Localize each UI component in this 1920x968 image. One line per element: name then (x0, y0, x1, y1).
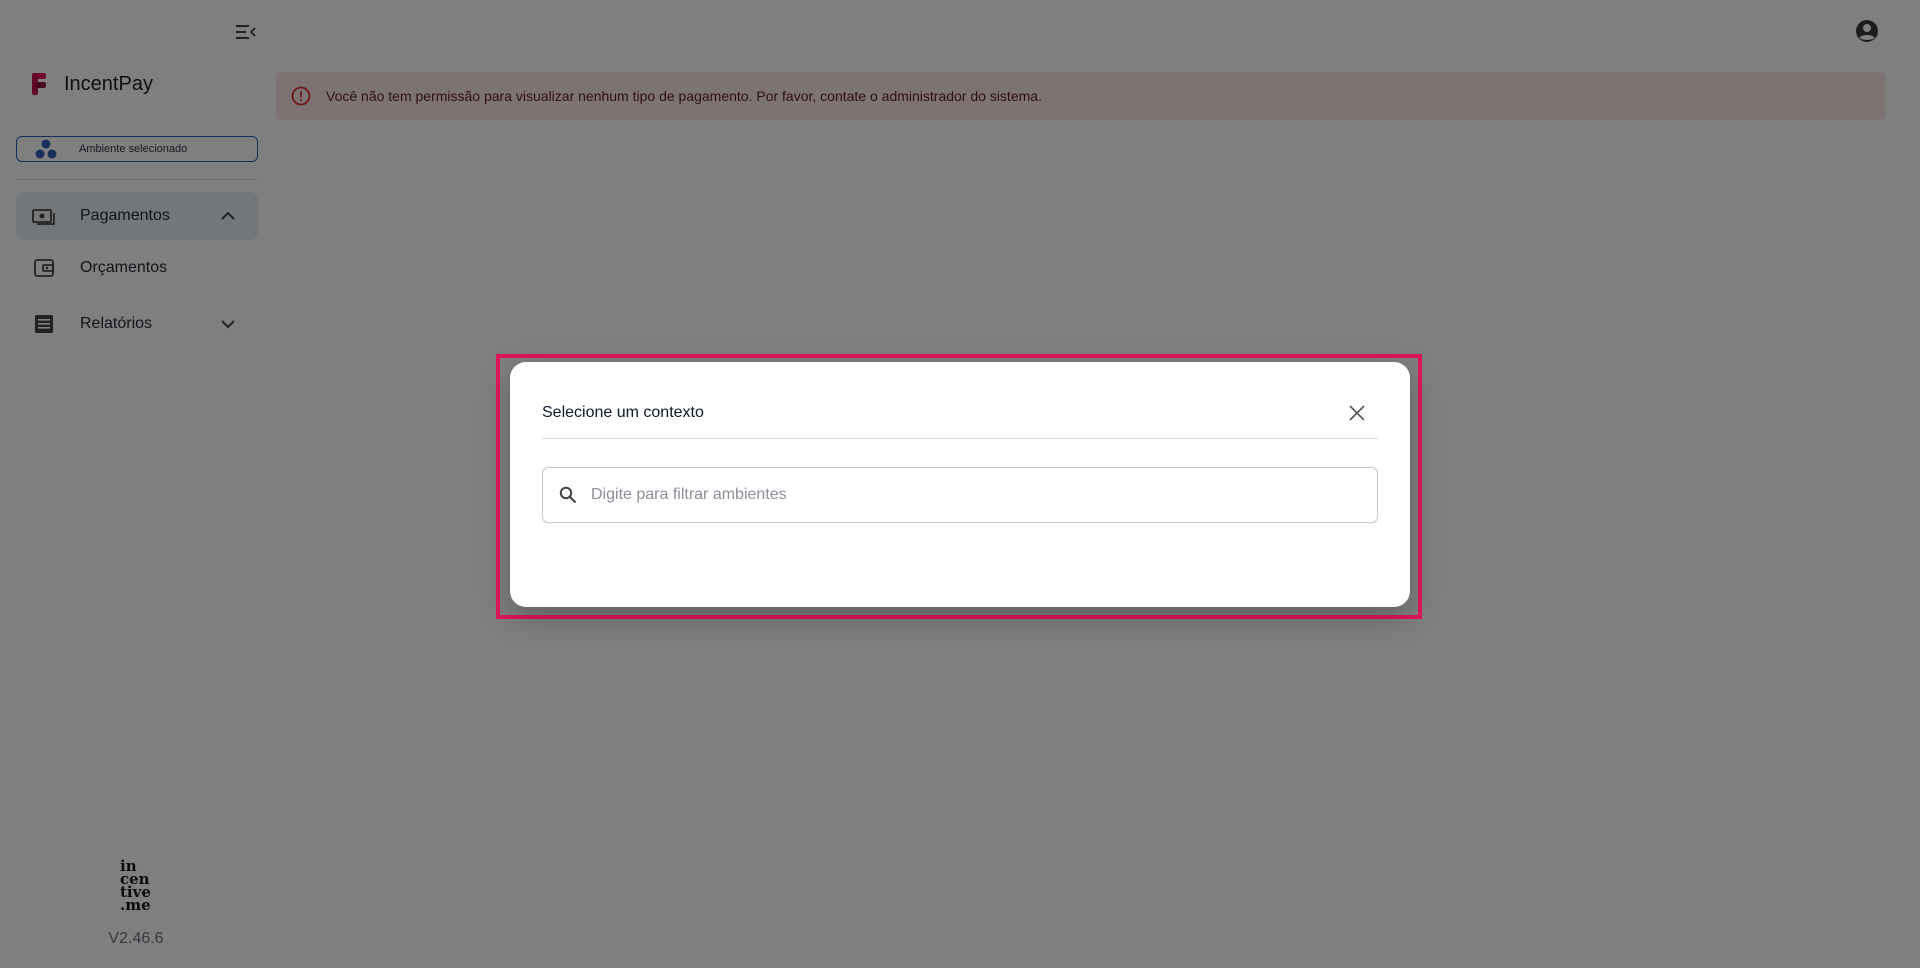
close-icon (1349, 405, 1365, 421)
environment-filter-input[interactable] (589, 485, 1377, 505)
environment-filter-field[interactable] (542, 467, 1378, 523)
close-dialog-button[interactable] (1346, 402, 1368, 424)
dialog-title: Selecione um contexto (542, 404, 704, 421)
dialog-divider (542, 438, 1378, 439)
context-select-dialog: Selecione um contexto (510, 362, 1410, 607)
search-icon (557, 484, 579, 506)
app-root: IncentPay Ambiente selecionado Pagamento… (0, 0, 1920, 968)
